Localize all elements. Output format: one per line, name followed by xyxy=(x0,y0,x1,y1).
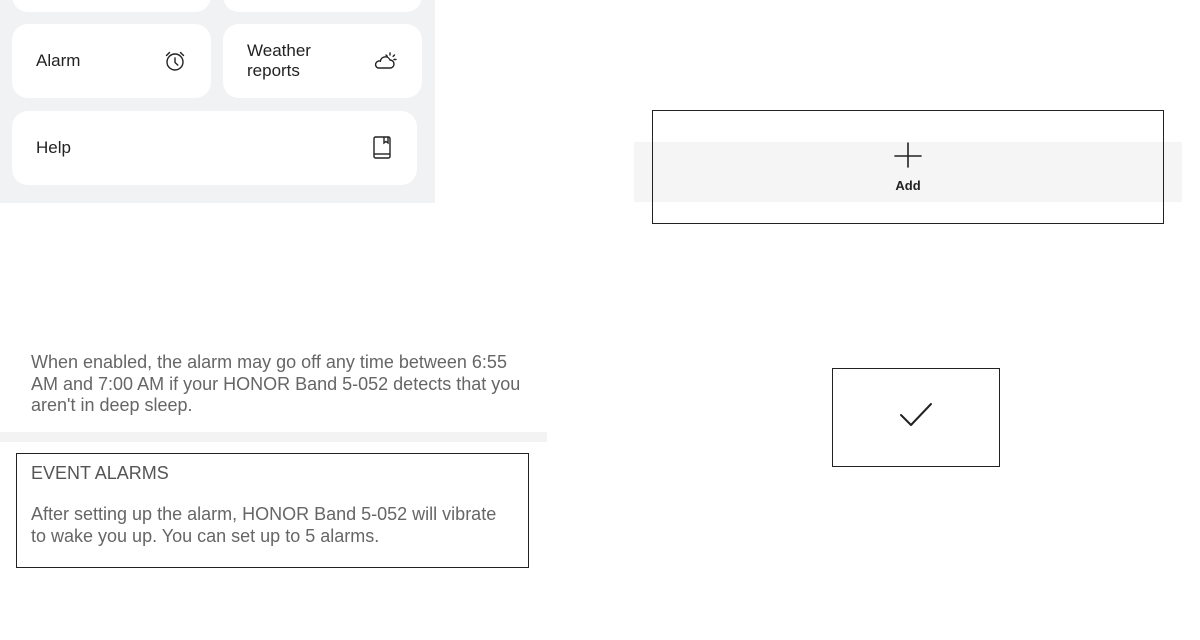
book-icon xyxy=(371,135,393,161)
event-alarms-title: EVENT ALARMS xyxy=(31,463,169,483)
event-alarms-section: EVENT ALARMS After setting up the alarm,… xyxy=(16,453,529,568)
weather-reports-label: Weather reports xyxy=(247,41,311,81)
smart-alarm-description: When enabled, the alarm may go off any t… xyxy=(31,352,521,415)
confirm-button[interactable] xyxy=(832,368,1000,467)
checkmark-icon xyxy=(898,401,934,434)
weather-reports-tile[interactable]: Weather reports xyxy=(223,24,422,98)
help-tile[interactable]: Help xyxy=(12,111,417,185)
add-button[interactable]: Add xyxy=(652,110,1164,224)
alarm-label: Alarm xyxy=(36,51,81,70)
partly-cloudy-icon xyxy=(372,49,398,73)
settings-panel: Alarm Weather reports Help xyxy=(0,0,435,203)
settings-tile-partial-left[interactable] xyxy=(12,0,211,12)
event-alarms-description: After setting up the alarm, HONOR Band 5… xyxy=(31,504,497,546)
plus-icon xyxy=(894,141,922,174)
weather-label-line1: Weather xyxy=(247,41,311,60)
add-label: Add xyxy=(895,178,921,193)
settings-tile-partial-right[interactable] xyxy=(223,0,422,12)
weather-label-line2: reports xyxy=(247,61,300,80)
alarm-clock-icon xyxy=(163,49,187,73)
section-divider xyxy=(0,432,547,442)
help-label: Help xyxy=(36,138,71,157)
alarm-tile[interactable]: Alarm xyxy=(12,24,211,98)
